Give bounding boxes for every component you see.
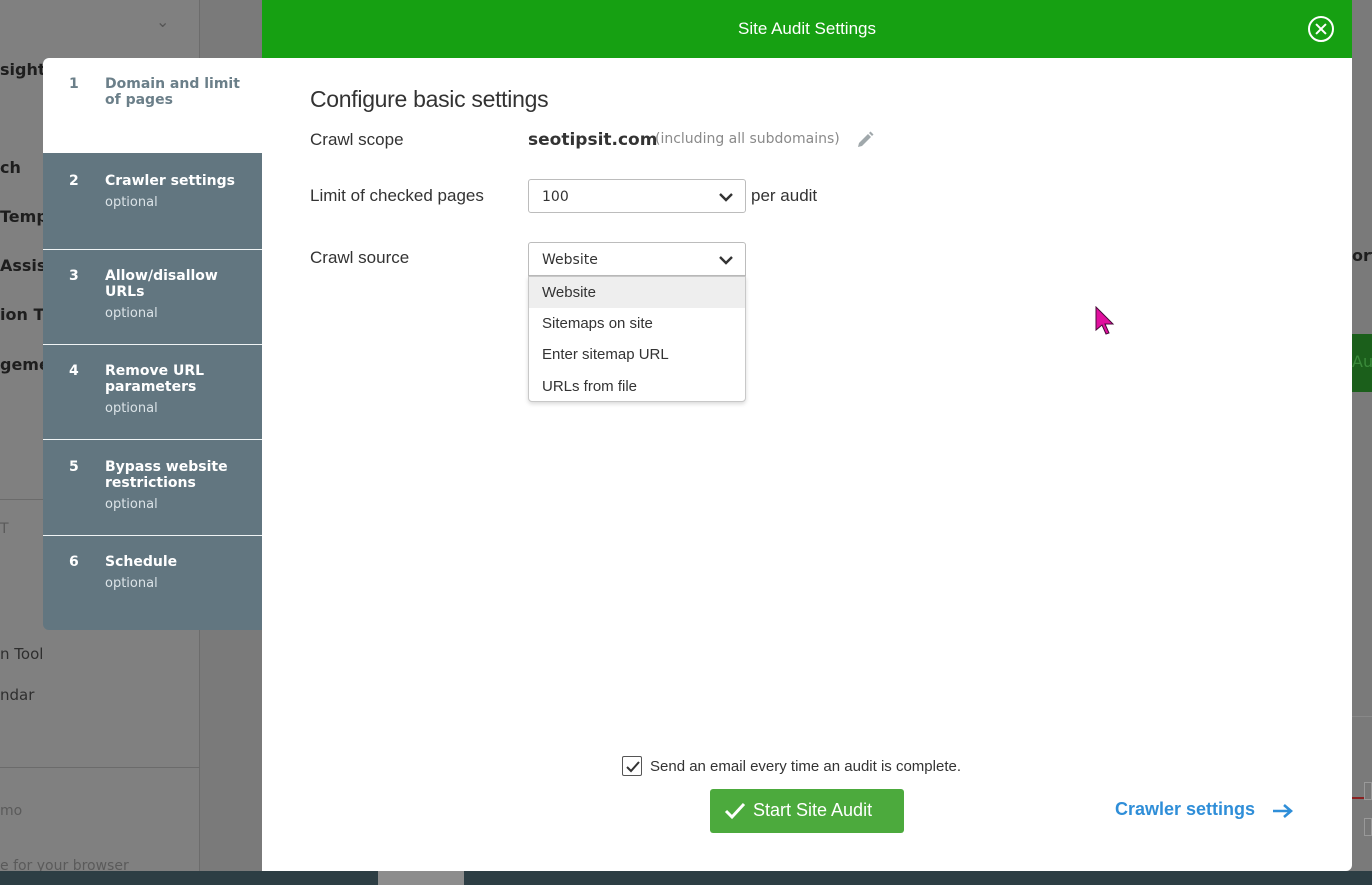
step-optional: optional	[105, 401, 158, 416]
step-title-text: Crawler settings	[105, 173, 235, 189]
dropdown-option-website[interactable]: Website	[529, 277, 745, 308]
email-checkbox[interactable]	[622, 756, 642, 776]
bg-divider	[0, 767, 200, 768]
modal-title: Site Audit Settings	[738, 19, 876, 38]
step-allow-disallow-urls[interactable]: 3 Allow/disallow URLs optional	[43, 250, 262, 345]
bg-sidebar-text: ch	[0, 158, 21, 177]
close-icon[interactable]	[1308, 16, 1334, 42]
crawl-scope-domain: seotipsit.com	[528, 130, 658, 150]
chevron-down-icon	[719, 193, 733, 202]
modal-header: Site Audit Settings	[262, 0, 1352, 58]
chevron-down-icon: ⌄	[156, 12, 170, 31]
checkmark-icon	[626, 761, 640, 773]
bg-sidebar-text: n Tool	[0, 645, 44, 663]
step-number: 4	[69, 363, 79, 379]
step-title-text: Allow/disallow URLs	[105, 268, 218, 300]
bg-sidebar-text: T	[0, 521, 9, 537]
step-remove-url-parameters[interactable]: 4 Remove URL parameters optional	[43, 345, 262, 440]
dropdown-option-urls-file[interactable]: URLs from file	[529, 371, 745, 402]
bg-sidebar-text: ion T	[0, 305, 45, 324]
step-title-text: Domain and limit of pages	[105, 76, 240, 108]
bg-right-box	[1364, 818, 1372, 836]
crawl-source-label: Crawl source	[310, 248, 410, 267]
mouse-cursor-icon	[1095, 306, 1115, 335]
bg-sidebar-text: ndar	[0, 686, 35, 704]
step-title: Remove URL parameters optional	[105, 363, 255, 417]
step-title-text: Schedule	[105, 554, 178, 570]
step-title-text: Remove URL parameters	[105, 363, 205, 395]
step-number: 5	[69, 459, 79, 475]
start-site-audit-button[interactable]: Start Site Audit	[710, 789, 904, 833]
next-crawler-settings-link[interactable]: Crawler settings	[1115, 799, 1255, 820]
step-title: Allow/disallow URLs optional	[105, 268, 255, 322]
step-schedule[interactable]: 6 Schedule optional	[43, 536, 262, 630]
step-domain-and-limit[interactable]: 1 Domain and limit of pages	[43, 58, 262, 153]
bg-right-button: Au	[1352, 334, 1372, 392]
bg-right-text: Au	[1352, 352, 1372, 371]
arrow-right-icon[interactable]	[1272, 802, 1294, 820]
crawl-source-select[interactable]: Website	[528, 242, 746, 276]
email-checkbox-label: Send an email every time an audit is com…	[650, 758, 961, 775]
step-title: Crawler settings optional	[105, 173, 255, 211]
step-optional: optional	[105, 195, 158, 210]
dropdown-option-sitemaps[interactable]: Sitemaps on site	[529, 308, 745, 339]
step-number: 1	[69, 76, 79, 92]
step-title: Domain and limit of pages	[105, 76, 255, 108]
settings-steps-nav: 1 Domain and limit of pages 2 Crawler se…	[43, 58, 262, 630]
step-optional: optional	[105, 497, 158, 512]
crawl-source-dropdown: Website Sitemaps on site Enter sitemap U…	[528, 276, 746, 402]
step-title: Bypass website restrictions optional	[105, 459, 255, 513]
bg-right-text: ort	[1352, 246, 1372, 265]
bg-sidebar-text: Temp	[0, 207, 48, 226]
start-button-label: Start Site Audit	[753, 800, 873, 820]
crawl-source-value: Website	[542, 252, 598, 268]
bg-sidebar-text: mo	[0, 803, 23, 819]
site-audit-settings-modal: Site Audit Settings Configure basic sett…	[262, 0, 1352, 871]
crawl-scope-label: Crawl scope	[310, 130, 404, 149]
step-number: 3	[69, 268, 79, 284]
per-audit-text: per audit	[751, 186, 818, 205]
limit-pages-select[interactable]: 100	[528, 179, 746, 213]
pencil-icon[interactable]	[856, 131, 874, 149]
step-optional: optional	[105, 306, 158, 321]
step-crawler-settings[interactable]: 2 Crawler settings optional	[43, 155, 262, 250]
section-heading: Configure basic settings	[310, 86, 549, 112]
bg-right-box	[1364, 782, 1372, 800]
chevron-down-icon	[719, 256, 733, 265]
crawl-scope-note: (including all subdomains)	[655, 131, 840, 147]
step-title-text: Bypass website restrictions	[105, 459, 228, 491]
limit-pages-value: 100	[542, 189, 569, 205]
checkmark-icon	[724, 802, 746, 820]
step-optional: optional	[105, 576, 158, 591]
bg-divider	[1352, 716, 1372, 717]
dropdown-option-sitemap-url[interactable]: Enter sitemap URL	[529, 339, 745, 370]
step-title: Schedule optional	[105, 554, 255, 592]
step-number: 6	[69, 554, 79, 570]
limit-pages-label: Limit of checked pages	[310, 186, 484, 205]
step-number: 2	[69, 173, 79, 189]
bg-bottom-tab	[378, 871, 464, 885]
bg-bottom-bar	[0, 871, 1372, 885]
step-bypass-restrictions[interactable]: 5 Bypass website restrictions optional	[43, 441, 262, 536]
